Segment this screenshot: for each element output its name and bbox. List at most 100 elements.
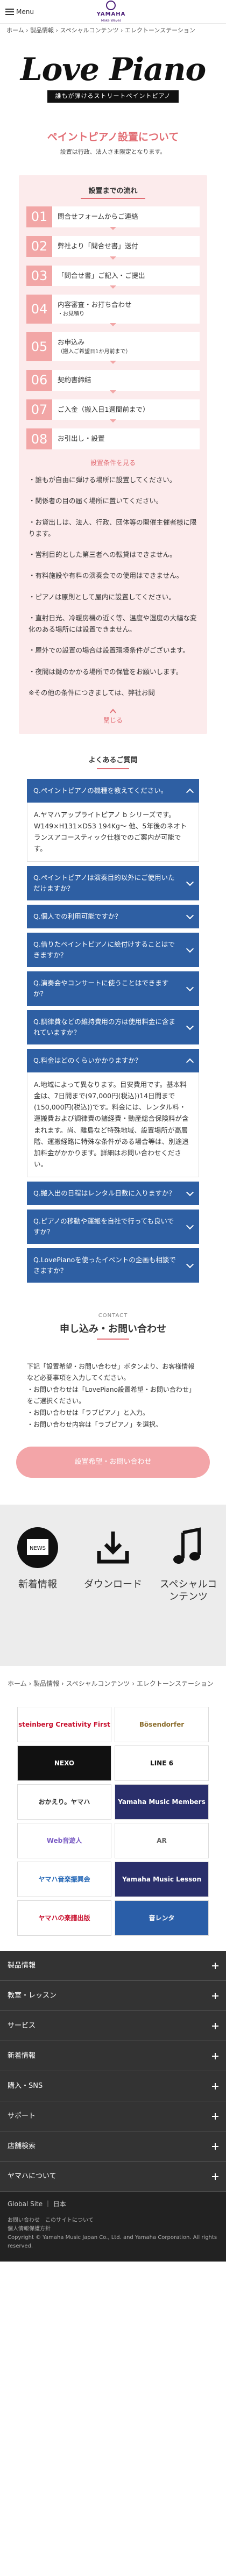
partner-banner[interactable]: Yamaha Music Lesson bbox=[115, 1862, 209, 1898]
faq-question[interactable]: Q.演奏会やコンサートに使うことはできますか？ bbox=[27, 971, 199, 1006]
step-text: お申込み （搬入ご希望日1か月前まで） bbox=[52, 332, 136, 361]
page: Menu YAMAHA Make Waves ホーム › 製品情報 › スペシャ… bbox=[0, 0, 226, 2576]
faq-question[interactable]: Q.料金はどのくらいかかりますか？ bbox=[27, 1048, 199, 1072]
step-number: 06 bbox=[26, 369, 52, 391]
conditions-link-label: 設置条件を見る bbox=[90, 459, 136, 467]
footer-nav-item[interactable]: 新着情報 bbox=[0, 2041, 226, 2072]
breadcrumb-bottom[interactable]: ホーム › 製品情報 › スペシャルコンテンツ › エレクトーンステーション bbox=[0, 1675, 226, 1693]
partner-banner[interactable]: 音レンタ bbox=[115, 1900, 209, 1936]
faq-question-text: Q.LovePianoを使ったイベントの企画も相談できますか？ bbox=[33, 1255, 176, 1275]
footer-nav-label: 製品情報 bbox=[8, 1961, 36, 1970]
chevron-up-icon bbox=[186, 1058, 194, 1066]
footer-nav-item[interactable]: 製品情報 bbox=[0, 1951, 226, 1981]
footer-nav-item[interactable]: サービス bbox=[0, 2011, 226, 2042]
hero-title: Love Piano bbox=[20, 51, 206, 88]
footer-nav-label: 店舗検索 bbox=[8, 2142, 36, 2150]
news-link[interactable]: NEWS 新着情報 bbox=[8, 1526, 67, 1591]
step-note: ・お見積り bbox=[58, 311, 84, 318]
partner-banner[interactable]: NEXO bbox=[17, 1745, 111, 1781]
step-number: 03 bbox=[26, 265, 52, 287]
privacy-link[interactable]: 個人情報保護方針 bbox=[8, 2225, 218, 2234]
step-label: ご入金（搬入日1週間前まで） bbox=[58, 405, 150, 413]
hamburger-icon bbox=[5, 8, 14, 15]
section-subtitle: 設置は行政、法人さま限定となります。 bbox=[60, 148, 166, 156]
chevron-up-icon bbox=[186, 788, 194, 796]
partner-banner[interactable]: Bösendorfer bbox=[115, 1707, 209, 1743]
flow-step: 07 ご入金（搬入日1週間前まで） bbox=[26, 399, 200, 423]
contact-line: ・お問い合わせは「LovePiano設置希望・お問い合わせ」をご選択ください。 bbox=[27, 1385, 195, 1405]
partner-banner[interactable]: Web音遊人 bbox=[17, 1823, 111, 1859]
footer-nav-label: サービス bbox=[8, 2021, 36, 2030]
music-note-icon bbox=[173, 1527, 201, 1564]
flow-step: 01 問合せフォームからご連絡 bbox=[26, 206, 200, 230]
step-label: 契約書締結 bbox=[58, 375, 91, 384]
faq-question-text: Q.借りたペイントピアノに絵付けすることはできますか？ bbox=[33, 940, 175, 959]
faq-question[interactable]: Q.ピアノの移動や運搬を自社で行っても良いですか？ bbox=[27, 1209, 199, 1244]
special-link[interactable]: スペシャルコンテンツ bbox=[159, 1526, 218, 1603]
partner-banner[interactable]: Yamaha Music Members bbox=[115, 1784, 209, 1820]
step-label: お引出し・設置 bbox=[58, 434, 105, 443]
partner-banner[interactable]: steinberg Creativity First bbox=[17, 1707, 111, 1743]
footer-nav-item[interactable]: サポート bbox=[0, 2101, 226, 2132]
global-site[interactable]: Global Site ｜ 日本 bbox=[0, 2192, 226, 2217]
partner-banner[interactable]: LINE 6 bbox=[115, 1745, 209, 1781]
step-label: 「問合せ書」ご記入・ご提出 bbox=[58, 271, 145, 280]
step-number: 07 bbox=[26, 399, 52, 420]
faq-question[interactable]: Q.調律費などの維持費用の方は使用料金に含まれていますか？ bbox=[27, 1010, 199, 1044]
hero-tagline: 誰もが弾けるストリートペイントピアノ bbox=[47, 90, 179, 103]
close-button[interactable]: 閉じる bbox=[26, 708, 200, 725]
footer-nav-label: 新着情報 bbox=[8, 2051, 36, 2060]
flow-box: 設置までの流れ 01 問合せフォームからご連絡 02 弊社より「問合せ書」送付 03 「問… bbox=[19, 175, 207, 734]
faq-question-text: Q.調律費などの維持費用の方は使用料金に含まれていますか？ bbox=[33, 1017, 175, 1036]
partner-banner[interactable]: おかえり。ヤマハ bbox=[17, 1784, 111, 1820]
partner-banner[interactable]: ヤマハの楽譜出版 bbox=[17, 1900, 111, 1936]
plus-icon bbox=[212, 2083, 218, 2090]
faq-question[interactable]: Q.ペイントピアノは演奏目的以外にご使用いただけますか？ bbox=[27, 865, 199, 900]
flow-heading: 設置までの流れ bbox=[81, 186, 145, 199]
step-label: お申込み bbox=[58, 338, 85, 347]
partner-banner[interactable]: AR bbox=[115, 1823, 209, 1859]
step-label: 問合せフォームからご連絡 bbox=[58, 212, 138, 221]
faq-question[interactable]: Q.ペイントピアノの機種を教えてください。 bbox=[27, 778, 199, 803]
footer-nav-item[interactable]: 教室・レッスン bbox=[0, 1981, 226, 2012]
step-label: 内容審査・お打ち合わせ bbox=[58, 300, 132, 309]
copyright: Copyright © Yamaha Music Japan Co., Ltd.… bbox=[8, 2235, 217, 2250]
menu-button[interactable]: Menu bbox=[5, 7, 34, 17]
contact-button[interactable]: 設置希望・お問い合わせ bbox=[16, 1447, 210, 1478]
faq-question-text: Q.搬入出の日程はレンタル日数に入りますか？ bbox=[33, 1189, 175, 1197]
faq-question-text: Q.個人での利用可能ですか？ bbox=[33, 912, 122, 920]
footer-nav-item[interactable]: 購入・SNS bbox=[0, 2071, 226, 2102]
download-link[interactable]: ダウンロード bbox=[83, 1526, 143, 1591]
faq-question[interactable]: Q.個人での利用可能ですか？ bbox=[27, 904, 199, 928]
chevron-down-icon bbox=[186, 1260, 194, 1268]
hero: Love Piano 誰もが弾けるストリートペイントピアノ bbox=[0, 38, 226, 110]
condition-item: ・夜間は鍵のかかる場所での保管をお願いします。 bbox=[29, 667, 183, 676]
legal-links[interactable]: お問い合わせ このサイトについて bbox=[8, 2216, 218, 2225]
footer-nav-item[interactable]: ヤマハについて bbox=[0, 2162, 226, 2192]
step-number: 02 bbox=[26, 235, 52, 257]
yamaha-logo[interactable]: YAMAHA Make Waves bbox=[96, 0, 126, 23]
close-label: 閉じる bbox=[103, 717, 123, 725]
faq-question-text: Q.料金はどのくらいかかりますか？ bbox=[33, 1056, 142, 1064]
footer-nav-label: サポート bbox=[8, 2112, 36, 2120]
flow-step: 02 弊社より「問合せ書」送付 bbox=[26, 235, 200, 260]
contact-body: 下記「設置希望・お問い合わせ」ボタンより、お客様情報など必要事項を入力してくださ… bbox=[27, 1361, 199, 1431]
partner-banner[interactable]: ヤマハ音楽振興会 bbox=[17, 1862, 111, 1898]
step-text: 内容審査・お打ち合わせ ・お見積り bbox=[52, 295, 137, 324]
plus-icon bbox=[212, 2022, 218, 2029]
global-site-label: Global Site bbox=[8, 2200, 43, 2208]
conditions-toggle[interactable]: 設置条件を見る bbox=[26, 458, 200, 468]
brand-name: YAMAHA bbox=[96, 11, 126, 17]
step-text: 問合せフォームからご連絡 bbox=[52, 206, 144, 227]
faq-question[interactable]: Q.搬入出の日程はレンタル日数に入りますか？ bbox=[27, 1181, 199, 1205]
faq-question-text: Q.ピアノの移動や運搬を自社で行っても良いですか？ bbox=[33, 1217, 174, 1236]
footer-nav-item[interactable]: 店舗検索 bbox=[0, 2131, 226, 2162]
faq-question-text: Q.ペイントピアノは演奏目的以外にご使用いただけますか？ bbox=[33, 873, 175, 892]
faq-question[interactable]: Q.借りたペイントピアノに絵付けすることはできますか？ bbox=[27, 932, 199, 967]
faq-question[interactable]: Q.LovePianoを使ったイベントの企画も相談できますか？ bbox=[27, 1248, 199, 1283]
faq-answer: A.ヤマハアップライトピアノ b シリーズです。W149×H131×D53 19… bbox=[27, 802, 199, 862]
breadcrumb[interactable]: ホーム › 製品情報 › スペシャルコンテンツ › エレクトーンステーション bbox=[0, 24, 226, 38]
faq-answer: A.地域によって異なります。目安費用です。基本料金は、7日間まで(97,000円… bbox=[27, 1072, 199, 1177]
step-label: 弊社より「問合せ書」送付 bbox=[58, 241, 138, 250]
chevron-down-icon bbox=[186, 1188, 194, 1196]
